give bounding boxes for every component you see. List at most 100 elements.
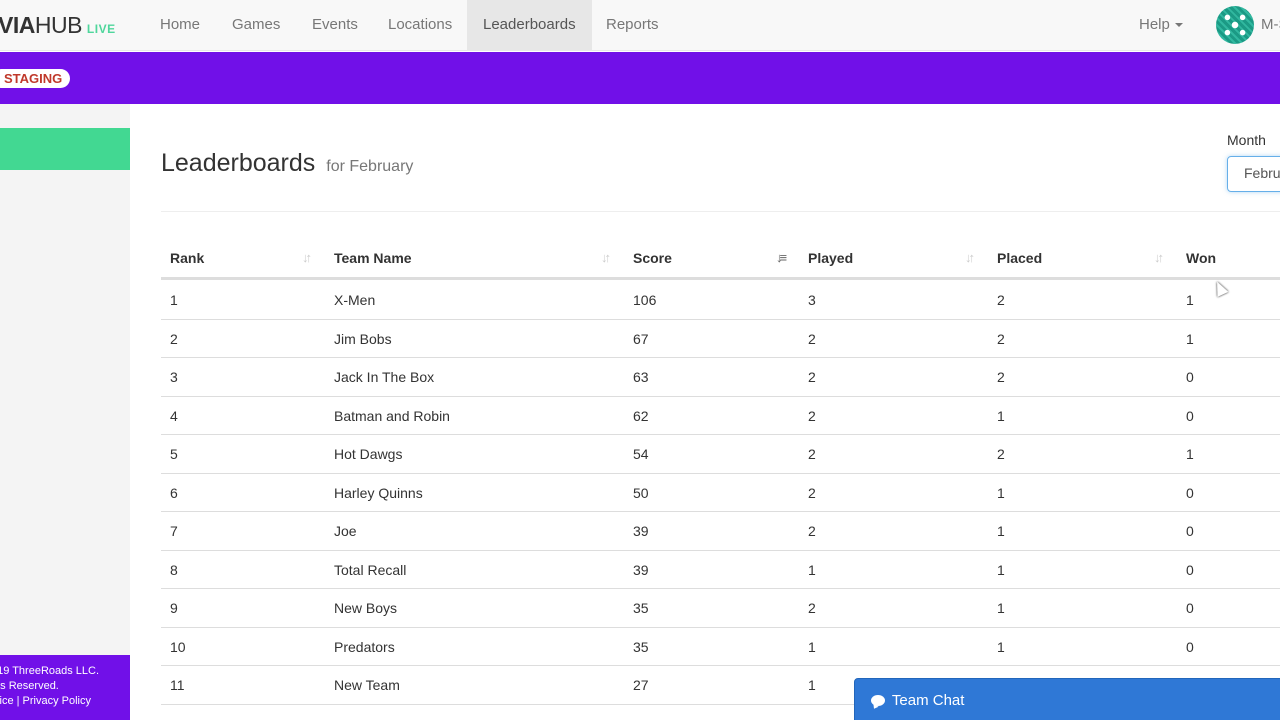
brand-bold: VIA [0,12,35,38]
cell-team-name: Joe [334,523,357,539]
cell-played: 2 [808,523,816,539]
cell-team-name: Predators [334,638,395,655]
cell-score: 106 [633,292,657,308]
cell-team-name: X-Men [334,292,376,308]
column-header-team-name[interactable]: Team Name [334,240,412,278]
cell-played: 2 [808,484,816,501]
sidebar-footer: 019 ThreeRoads LLC. hts Reserved. vice |… [0,655,130,720]
cell-score: 62 [633,407,649,424]
cell-score: 39 [633,561,649,578]
cell-placed: 1 [997,484,1005,501]
cell-rank: 1 [170,292,178,308]
cell-won: 0 [1186,369,1194,385]
column-header-played[interactable]: Played [808,240,853,278]
cell-won: 0 [1186,484,1194,501]
cell-score: 54 [633,446,649,462]
cell-played: 3 [808,292,816,308]
cell-team-name: New Boys [334,600,398,616]
month-select[interactable]: February [1227,156,1280,192]
table-row: 6 Harley Quinns 50 2 1 0 [161,474,1280,512]
sort-icon[interactable]: ↓↑ [965,250,975,265]
staging-badge: STAGING [0,69,71,88]
cell-rank: 3 [170,369,178,385]
table-row: 4 Batman and Robin 62 2 1 0 [161,397,1280,435]
copyright-text: 019 ThreeRoads LLC. [0,665,100,677]
table-row: 2 Jim Bobs 67 2 2 1 [161,320,1280,358]
brand-logo[interactable]: VIAHUB LIVE [0,12,116,39]
cell-rank: 2 [170,330,178,347]
cell-played: 1 [808,677,816,693]
cell-placed: 1 [997,561,1005,578]
cell-rank: 8 [170,561,178,578]
month-label: Month [1227,132,1266,148]
sidebar: 019 ThreeRoads LLC. hts Reserved. vice |… [0,104,130,720]
sort-icon[interactable]: ↓↑ [302,250,312,265]
cell-played: 2 [808,330,816,347]
column-header-rank[interactable]: Rank [170,240,204,278]
cell-rank: 7 [170,523,178,539]
cell-won: 1 [1186,292,1194,308]
cell-team-name: New Team [334,677,400,693]
sort-icon[interactable]: ↓↑ [601,250,611,265]
table-row: 9 New Boys 35 2 1 0 [161,589,1280,628]
help-dropdown[interactable]: Help [1124,0,1198,51]
page-title: Leaderboards for February [161,149,413,178]
footer-links[interactable]: vice | Privacy Policy [0,694,130,709]
top-navbar: VIAHUB LIVE Home Games Events Locations L… [0,0,1280,51]
cell-won: 0 [1186,561,1194,578]
user-avatar[interactable] [1216,6,1254,44]
cell-placed: 1 [997,523,1005,539]
cell-won: 0 [1186,523,1194,539]
nav-leaderboards[interactable]: Leaderboards [467,0,592,51]
cell-team-name: Hot Dawgs [334,446,403,462]
column-header-placed[interactable]: Placed [997,240,1042,278]
environment-banner: STAGING [0,52,1280,104]
cell-won: 1 [1186,330,1194,347]
column-header-score[interactable]: Score [633,240,672,278]
cell-score: 50 [633,484,649,501]
cell-score: 67 [633,330,649,347]
cell-played: 2 [808,407,816,424]
nav-events[interactable]: Events [296,0,374,51]
brand-regular: HUB [34,12,83,38]
cell-score: 27 [633,677,649,693]
cell-played: 2 [808,600,816,616]
cell-won: 0 [1186,638,1194,655]
cell-score: 39 [633,523,649,539]
title-divider [161,211,1280,212]
sort-icon[interactable]: ↓↑ [1154,250,1164,265]
sidebar-active-item[interactable] [0,128,130,170]
cell-team-name: Harley Quinns [334,484,423,501]
team-chat-button[interactable]: Team Chat [854,678,1280,720]
rights-text: hts Reserved. [0,680,59,692]
team-chat-label: Team Chat [891,692,965,709]
nav-games[interactable]: Games [216,0,296,51]
cell-played: 2 [808,446,816,462]
nav-home[interactable]: Home [144,0,216,51]
table-row: 5 Hot Dawgs 54 2 2 1 [161,435,1280,474]
cell-score: 35 [633,638,649,655]
cell-score: 35 [633,600,649,616]
cell-score: 63 [633,369,649,385]
cell-rank: 11 [170,677,185,693]
cell-team-name: Total Recall [334,561,407,578]
cell-team-name: Jack In The Box [334,369,435,385]
cell-won: 0 [1186,407,1194,424]
nav-reports[interactable]: Reports [590,0,675,51]
cell-rank: 4 [170,407,178,424]
table-row: 8 Total Recall 39 1 1 0 [161,551,1280,589]
table-row: 7 Joe 39 2 1 0 [161,512,1280,551]
cell-rank: 10 [170,638,186,655]
cell-played: 1 [808,561,816,578]
brand-live-tag: LIVE [86,22,116,36]
sort-desc-icon[interactable]: ↓≡ [776,250,787,265]
column-header-won[interactable]: Won [1186,240,1216,278]
cell-placed: 2 [997,446,1005,462]
table-header-divider [161,277,1280,280]
cell-rank: 9 [170,600,178,616]
user-menu[interactable]: M-S [1261,0,1280,51]
cell-placed: 2 [997,330,1005,347]
table-row: 1 X-Men 106 3 2 1 [161,281,1280,320]
nav-locations[interactable]: Locations [372,0,468,51]
cell-placed: 1 [997,600,1005,616]
